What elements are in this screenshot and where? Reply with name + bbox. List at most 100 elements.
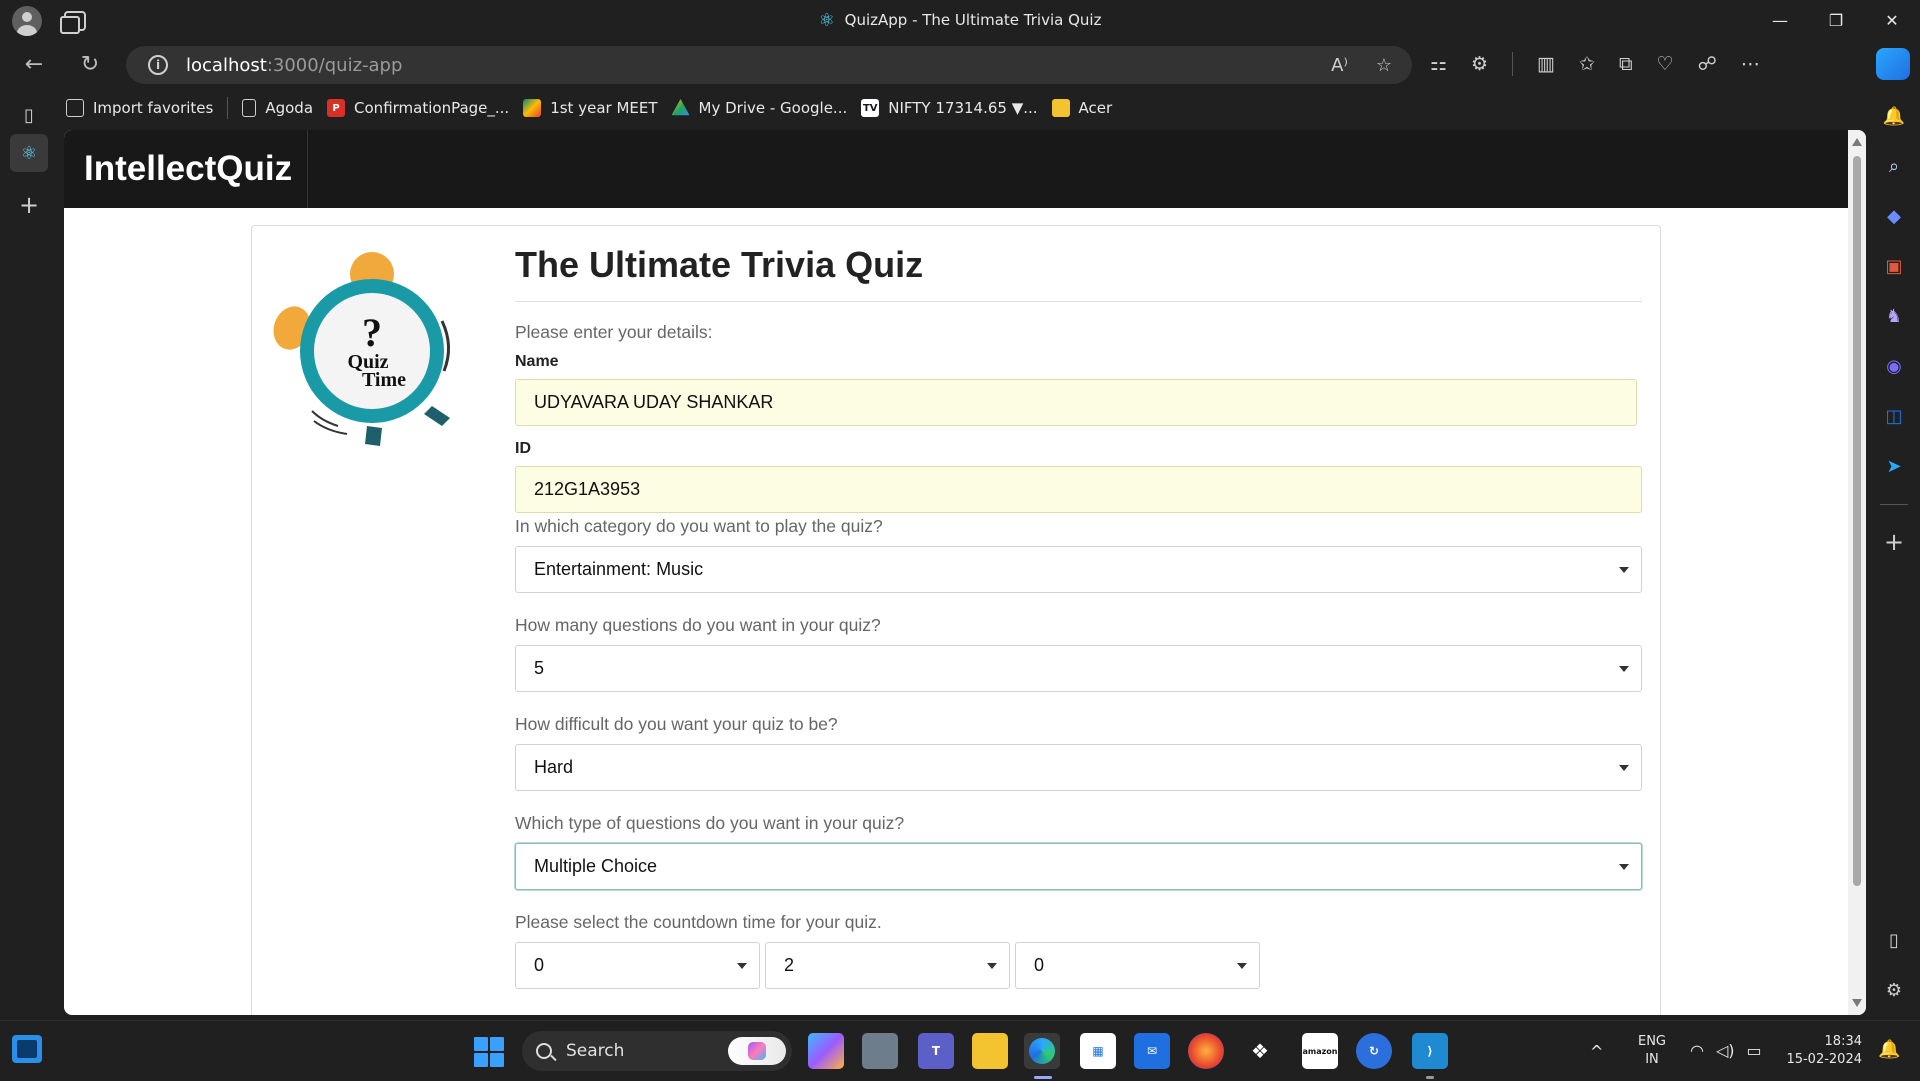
active-app-indicator (1034, 1076, 1052, 1079)
favorite-import[interactable]: Import favorites (66, 99, 213, 117)
window-title-area: ⚛ QuizApp - The Ultimate Trivia Quiz (0, 0, 1920, 40)
edge-browser-icon[interactable] (1024, 1033, 1060, 1069)
input-language-indicator[interactable]: ENG IN (1634, 1033, 1670, 1069)
category-select[interactable]: Entertainment: Music (515, 546, 1642, 593)
back-arrow-icon[interactable]: ← (16, 44, 52, 84)
mail-icon[interactable]: ✉ (1134, 1033, 1170, 1069)
favorite-nifty[interactable]: TV NIFTY 17314.65 ▼... (861, 99, 1038, 117)
wifi-icon[interactable]: ◠ (1690, 1041, 1704, 1060)
minimize-button[interactable]: — (1752, 0, 1808, 40)
chevron-down-icon (1619, 864, 1629, 870)
close-window-button[interactable]: ✕ (1864, 0, 1920, 40)
countdown-minutes-select[interactable]: 2 (765, 942, 1010, 989)
refresh-icon[interactable]: ↻ (72, 44, 108, 84)
sidebar-settings-gear-icon[interactable]: ⚙ (1876, 972, 1912, 1008)
tab-actions-icon[interactable] (60, 11, 86, 34)
teams-icon[interactable]: T (918, 1033, 954, 1069)
restore-button[interactable]: ❐ (1808, 0, 1864, 40)
question-count-select[interactable]: 5 (515, 645, 1642, 692)
widgets-icon[interactable] (12, 1035, 42, 1063)
favorite-meet[interactable]: 1st year MEET (523, 99, 658, 117)
toolbar-divider (1512, 52, 1514, 76)
profile-avatar-icon[interactable] (12, 6, 42, 36)
active-tab-react-icon[interactable]: ⚛ (10, 134, 48, 172)
shopping-tag-icon[interactable]: ◆ (1876, 198, 1912, 234)
microsoft-store-icon[interactable]: ▦ (1080, 1033, 1116, 1069)
folder-icon (1051, 99, 1070, 117)
start-windows-icon[interactable] (474, 1037, 504, 1067)
url-text[interactable]: localhost:3000/quiz-app (186, 55, 402, 76)
more-menu-icon[interactable]: ⋯ (1741, 53, 1760, 75)
address-bar[interactable]: i localhost:3000/quiz-app A⁾ ☆ (126, 46, 1412, 84)
site-info-icon[interactable]: i (148, 55, 168, 75)
favorite-agoda[interactable]: Agoda (242, 99, 313, 117)
amazon-icon[interactable]: amazon (1302, 1033, 1338, 1069)
hide-sidebar-icon[interactable]: ▯ (1876, 922, 1912, 958)
quiz-time-clock-logo-icon: ? Quiz Time (273, 252, 450, 446)
scroll-up-arrow-icon[interactable] (1852, 138, 1862, 146)
extensions-icon[interactable]: ⚙ (1471, 53, 1488, 75)
countdown-seconds-select[interactable]: 0 (1015, 942, 1260, 989)
window-titlebar: ⚛ QuizApp - The Ultimate Trivia Quiz — ❐… (0, 0, 1920, 40)
address-toolbar: ← ↻ i localhost:3000/quiz-app A⁾ ☆ ⚏ ⚙ ▥… (0, 44, 1920, 84)
question-type-selected-value: Multiple Choice (534, 856, 658, 876)
firefox-icon[interactable] (1188, 1033, 1224, 1069)
page-scrollbar[interactable] (1848, 130, 1866, 1015)
copilot-search-icon[interactable] (728, 1037, 786, 1065)
add-sidebar-app-icon[interactable]: + (1876, 524, 1912, 560)
meet-icon (523, 99, 542, 117)
favorites-divider (227, 97, 229, 119)
copilot-icon[interactable] (1876, 48, 1910, 80)
copilot-sidebar-icon[interactable]: ◉ (1876, 348, 1912, 384)
brand-title[interactable]: IntellectQuiz (84, 130, 292, 208)
notification-bell-icon[interactable]: 🔔 (1876, 98, 1912, 134)
dropbox-icon[interactable]: ❖ (1242, 1033, 1278, 1069)
read-aloud-icon[interactable]: A⁾ (1331, 55, 1348, 76)
taskbar-clock[interactable]: 18:34 15-02-2024 (1780, 1033, 1862, 1069)
volume-icon[interactable]: ◁) (1716, 1041, 1735, 1060)
scroll-down-arrow-icon[interactable] (1852, 999, 1862, 1007)
favorite-star-icon[interactable]: ☆ (1376, 55, 1392, 76)
favorites-bar: Import favorites Agoda P ConfirmationPag… (66, 92, 1112, 124)
show-hidden-icons-chevron-icon[interactable]: ^ (1590, 1042, 1603, 1061)
chevron-down-icon (1237, 963, 1247, 969)
countdown-hours-value: 0 (534, 955, 545, 975)
chevron-down-icon (1619, 765, 1629, 771)
favorite-google-drive[interactable]: My Drive - Google... (671, 99, 847, 117)
outlook-icon[interactable]: ◫ (1876, 398, 1912, 434)
tab-actions-panel-icon[interactable]: ▯ (10, 96, 48, 134)
new-tab-plus-icon[interactable]: + (10, 186, 48, 224)
drop-send-icon[interactable]: ➤ (1876, 448, 1912, 484)
title-divider (515, 301, 1642, 302)
sync-app-icon[interactable]: ↻ (1356, 1033, 1392, 1069)
sidebar-apps-icon[interactable]: ☍ (1698, 53, 1717, 75)
notification-center-bell-icon[interactable]: 🔔 (1878, 1039, 1900, 1061)
taskbar-search-box[interactable]: Search (522, 1031, 792, 1071)
tools-briefcase-icon[interactable]: ▣ (1876, 248, 1912, 284)
search-icon[interactable]: ⌕ (1876, 148, 1912, 184)
vscode-icon[interactable]: ⟩ (1412, 1033, 1448, 1069)
translate-icon[interactable]: ⚏ (1430, 53, 1447, 75)
collections-icon[interactable]: ⧉ (1619, 53, 1633, 75)
question-type-select[interactable]: Multiple Choice (515, 843, 1642, 890)
copilot-pre-app-icon[interactable] (808, 1033, 844, 1069)
sidebar-divider (1880, 504, 1908, 505)
countdown-hours-select[interactable]: 0 (515, 942, 760, 989)
favorites-icon[interactable]: ✩ (1579, 53, 1595, 75)
scrollbar-thumb[interactable] (1853, 156, 1861, 886)
navbar-divider (307, 130, 308, 208)
split-screen-icon[interactable]: ▥ (1537, 53, 1555, 75)
name-input[interactable]: UDYAVARA UDAY SHANKAR (515, 379, 1637, 426)
id-input[interactable]: 212G1A3953 (515, 466, 1642, 513)
games-icon[interactable]: ♞ (1876, 298, 1912, 334)
difficulty-select[interactable]: Hard (515, 744, 1642, 791)
task-view-icon[interactable] (862, 1033, 898, 1069)
browser-essentials-icon[interactable]: ♡ (1657, 53, 1674, 75)
question-count-selected-value: 5 (534, 658, 545, 678)
taskbar-search-text: Search (566, 1041, 625, 1061)
favorite-confirmation-page[interactable]: P ConfirmationPage_... (327, 99, 509, 117)
battery-icon[interactable]: ▭ (1747, 1041, 1762, 1060)
category-label: In which category do you want to play th… (515, 516, 883, 536)
favorite-acer[interactable]: Acer (1051, 99, 1112, 117)
file-explorer-icon[interactable] (972, 1033, 1008, 1069)
